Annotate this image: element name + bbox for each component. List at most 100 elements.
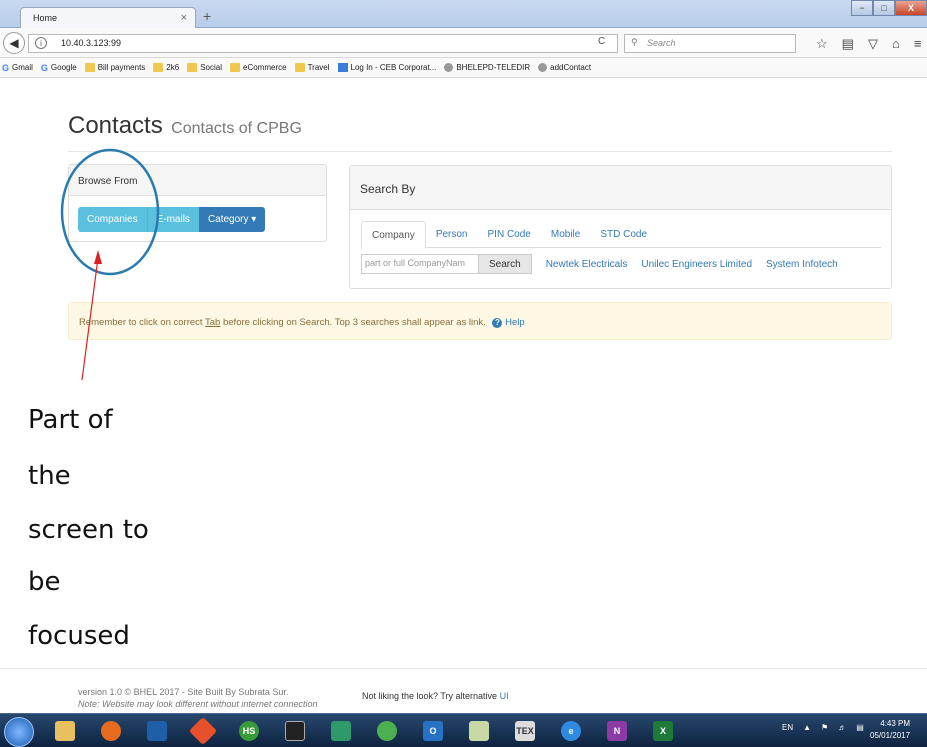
media-icon[interactable]	[320, 717, 362, 745]
folder-icon	[187, 63, 198, 72]
back-arrow-icon[interactable]: ◀	[3, 32, 25, 54]
tab-title: Home	[33, 13, 58, 23]
browser-titlebar: Home × + − □ X	[0, 0, 927, 29]
search-panel: Search By Company Person PIN Code Mobile…	[349, 165, 892, 289]
bookmark-teledir[interactable]: BHELEPD-TELEDIR	[444, 63, 530, 72]
tex-icon[interactable]: TEX	[504, 717, 546, 745]
reload-icon[interactable]: C	[598, 36, 605, 47]
footer-alt-text: Not liking the look? Try alternative	[362, 691, 500, 701]
annotation-text-line: be	[28, 567, 61, 597]
browser-search-box[interactable]: ⚲ Search	[624, 34, 796, 53]
browser-tab[interactable]: Home ×	[20, 7, 196, 29]
page-subtitle: Contacts of CPBG	[171, 120, 302, 137]
minimize-icon[interactable]: −	[851, 0, 873, 16]
bookmark-google[interactable]: G Google	[41, 63, 77, 73]
alert-tab-word: Tab	[205, 317, 221, 328]
search-tabs: Company Person PIN Code Mobile STD Code	[361, 221, 881, 249]
folder-icon	[153, 63, 164, 72]
address-bar[interactable]: i 10.40.3.123:99	[28, 34, 618, 53]
outlook-icon[interactable]: O	[412, 717, 454, 745]
windows-taskbar: HS O TEX e N X EN ▲ ⚑ ♬ ▤ 4:43 PM 05/01/…	[0, 713, 927, 747]
quick-link-newtek[interactable]: Newtek Electricals	[546, 259, 628, 270]
tab-close-icon[interactable]: ×	[181, 12, 187, 24]
footer-divider	[0, 668, 927, 669]
tray-expand-icon[interactable]: ▲	[803, 723, 811, 732]
page-title-main: Contacts	[68, 112, 163, 139]
search-heading: Search By	[350, 166, 891, 210]
home-icon[interactable]: ⌂	[892, 36, 900, 52]
annotation-text-line: screen to	[28, 515, 149, 545]
toolbar-icons: ☆ ▤ ▽ ⌂ ≡	[816, 36, 921, 52]
ceb-icon	[337, 63, 348, 72]
bookmark-bill-payments[interactable]: Bill payments	[84, 63, 145, 72]
bookmark-star-icon[interactable]: ☆	[816, 36, 828, 52]
flag-icon[interactable]: ⚑	[821, 723, 828, 732]
bookmark-addcontact[interactable]: addContact	[538, 63, 591, 72]
volume-icon[interactable]: ♬	[838, 723, 846, 732]
android-studio-icon[interactable]	[366, 717, 408, 745]
emails-button[interactable]: E-mails	[146, 207, 199, 232]
clock-date: 05/01/2017	[870, 731, 911, 740]
notepad-icon[interactable]	[458, 717, 500, 745]
start-button-icon[interactable]	[4, 717, 34, 747]
companies-button[interactable]: Companies	[78, 207, 147, 232]
help-link[interactable]: ? Help	[492, 317, 525, 328]
tab-mobile[interactable]: Mobile	[541, 221, 590, 248]
footer-version: version 1.0 © BHEL 2017 - Site Built By …	[78, 687, 289, 697]
folder-icon	[230, 63, 240, 72]
quick-link-unilec[interactable]: Unilec Engineers Limited	[641, 259, 752, 270]
menu-icon[interactable]: ≡	[914, 36, 922, 52]
bookmark-2k6[interactable]: 2k6	[153, 63, 179, 72]
globe-icon	[444, 63, 454, 72]
excel-icon[interactable]: X	[642, 717, 684, 745]
bookmark-ceb-login[interactable]: Log In - CEB Corporat...	[337, 63, 436, 72]
git-icon[interactable]	[182, 716, 224, 746]
search-placeholder: Search	[647, 38, 676, 48]
annotation-text-line: focused	[28, 621, 130, 651]
explorer-icon[interactable]	[44, 717, 86, 745]
alert-text-end: before clicking on Search. Top 3 searche…	[220, 317, 486, 328]
pocket-icon[interactable]: ▽	[868, 36, 878, 52]
bookmark-ecommerce[interactable]: eCommerce	[230, 63, 287, 72]
bookmark-gmail[interactable]: G Gmail	[2, 63, 33, 73]
question-icon: ?	[492, 318, 503, 328]
taskbar-clock[interactable]: 4:43 PM 05/01/2017	[870, 718, 910, 742]
hs-icon[interactable]: HS	[228, 717, 270, 745]
network-icon[interactable]: ▤	[856, 723, 864, 732]
powershell-icon[interactable]	[136, 717, 178, 745]
alternative-ui-link[interactable]: UI	[500, 691, 509, 701]
firefox-icon[interactable]	[90, 717, 132, 745]
reading-list-icon[interactable]: ▤	[842, 36, 854, 52]
maximize-icon[interactable]: □	[873, 0, 895, 16]
footer-note: Note: Website may look different without…	[78, 699, 318, 709]
bookmark-travel[interactable]: Travel	[294, 63, 330, 72]
info-icon[interactable]: i	[35, 37, 47, 49]
close-window-icon[interactable]: X	[895, 0, 927, 16]
footer-alt-ui: Not liking the look? Try alternative UI	[362, 691, 509, 701]
cmd-icon[interactable]	[274, 717, 316, 745]
window-controls: − □ X	[851, 0, 927, 16]
page-title: Contacts Contacts of CPBG	[68, 112, 302, 140]
clock-time: 4:43 PM	[880, 719, 911, 728]
taskbar-apps: HS O TEX e N X	[44, 716, 688, 746]
tab-company[interactable]: Company	[361, 221, 426, 249]
screenshot: Home × + − □ X ◀ i 10.40.3.123:99 C ⚲ Se…	[0, 0, 927, 747]
tab-pin-code[interactable]: PIN Code	[478, 221, 541, 248]
bookmark-social[interactable]: Social	[187, 63, 222, 72]
tab-std-code[interactable]: STD Code	[590, 221, 657, 248]
quick-link-system-infotech[interactable]: System Infotech	[766, 259, 838, 270]
category-dropdown-button[interactable]: Category ▾	[198, 207, 266, 232]
tab-person[interactable]: Person	[426, 221, 478, 248]
browse-panel: Browse From Companies E-mails Category ▾	[68, 164, 327, 242]
internet-explorer-icon[interactable]: e	[550, 717, 592, 745]
company-search-input[interactable]: part or full CompanyNam	[361, 254, 479, 274]
language-indicator[interactable]: EN	[782, 723, 793, 732]
folder-icon	[294, 63, 305, 72]
new-tab-icon[interactable]: +	[203, 8, 211, 24]
browse-button-group: Companies E-mails Category ▾	[78, 207, 266, 232]
bookmarks-toolbar: G Gmail G Google Bill payments 2k6 Social …	[0, 58, 927, 78]
url-text: 10.40.3.123:99	[61, 38, 122, 48]
search-button[interactable]: Search	[479, 254, 532, 274]
onenote-icon[interactable]: N	[596, 717, 638, 745]
google-icon: G	[2, 62, 10, 73]
